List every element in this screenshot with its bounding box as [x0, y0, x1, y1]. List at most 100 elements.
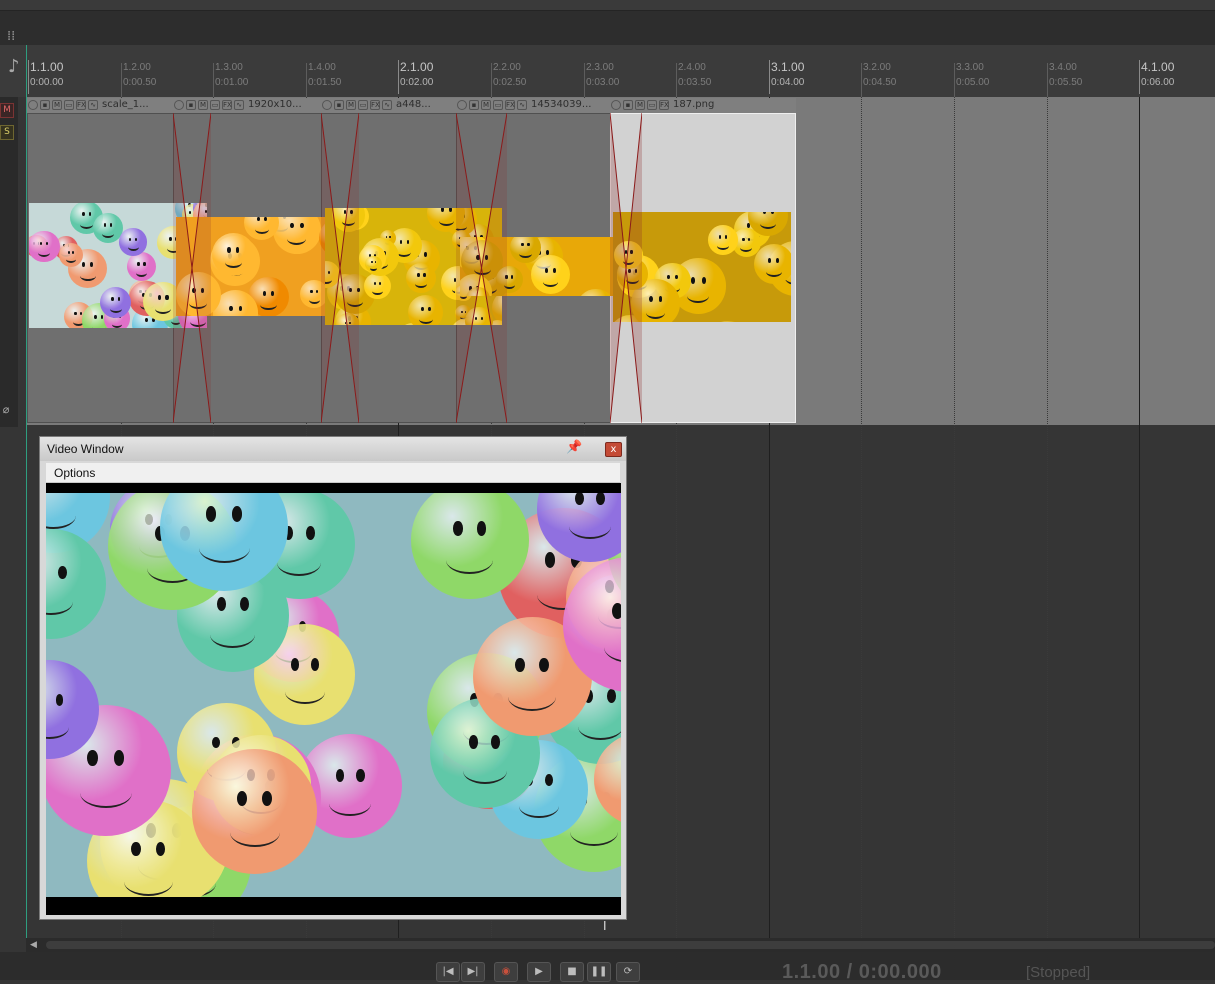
smiley-eye	[545, 552, 555, 568]
scroll-left-icon[interactable]: ◀	[30, 939, 40, 951]
smiley-eye	[212, 737, 220, 749]
crossfade-1[interactable]	[173, 113, 211, 423]
ruler-tick	[398, 60, 399, 94]
smiley-mouth	[227, 315, 245, 316]
smiley-eye	[310, 290, 312, 293]
fx-icon[interactable]: FX	[222, 100, 232, 110]
smiley-eye	[477, 521, 486, 535]
smiley-eye	[441, 208, 444, 212]
smiley-eye	[771, 212, 774, 214]
smiley-mouth	[397, 247, 411, 257]
lock-icon[interactable]: ▪	[623, 100, 633, 110]
mute-icon[interactable]: M	[481, 100, 491, 110]
mute-icon[interactable]: M	[198, 100, 208, 110]
smiley-eye	[400, 240, 403, 244]
smiley-mouth	[128, 243, 139, 251]
notes-icon[interactable]: ▭	[647, 100, 657, 110]
pin-icon[interactable]: 📌	[566, 440, 578, 456]
ruler-time-label: 0:01.00	[215, 78, 248, 88]
item-header-1[interactable]: ▪M▭FX∿scale_1...	[27, 98, 173, 113]
ruler-time-label: 0:00.00	[30, 78, 63, 88]
smiley-eye	[104, 223, 106, 227]
envelope-icon[interactable]: ∿	[382, 100, 392, 110]
smiley-ball	[531, 255, 570, 294]
notes-icon[interactable]: ▭	[64, 100, 74, 110]
smiley-eye	[371, 261, 372, 263]
crossfade-2[interactable]	[321, 113, 359, 423]
smiley-eye	[691, 277, 695, 284]
item-header-2[interactable]: ▪M▭FX∿1920x10...	[173, 98, 321, 113]
smiley-mouth	[604, 631, 621, 663]
smiley-mouth	[46, 589, 73, 615]
grip-icon[interactable]: ⁞⁞	[7, 29, 19, 45]
record-icon[interactable]: ◉	[494, 962, 518, 982]
envelope-icon[interactable]: ∿	[88, 100, 98, 110]
crossfade-4[interactable]	[610, 113, 642, 423]
close-button[interactable]: x	[605, 442, 622, 457]
crossfade-3[interactable]	[456, 113, 507, 423]
fx-icon[interactable]: FX	[505, 100, 515, 110]
grid-line	[861, 97, 862, 938]
fx-icon[interactable]: FX	[659, 100, 669, 110]
stop-icon[interactable]: ■	[560, 962, 584, 982]
options-menu[interactable]: Options	[54, 466, 95, 480]
smiley-eye	[375, 261, 376, 263]
lock-icon[interactable]: ▪	[186, 100, 196, 110]
mute-icon[interactable]: M	[346, 100, 356, 110]
notes-icon[interactable]: ▭	[493, 100, 503, 110]
mute-icon[interactable]: M	[52, 100, 62, 110]
play-icon[interactable]: ▶	[527, 962, 551, 982]
music-note-icon[interactable]: ♪	[8, 58, 20, 76]
smiley-mouth	[439, 215, 454, 225]
ruler-tick	[584, 63, 585, 97]
smiley-eye	[742, 238, 744, 242]
ruler-bar-label: 2.3.00	[586, 63, 614, 73]
ruler-tick	[954, 63, 955, 97]
smiley-eye	[311, 658, 319, 670]
smiley-mouth	[136, 268, 148, 276]
phase-icon[interactable]: ⌀	[0, 403, 12, 416]
timeline-ruler[interactable]: 1.1.000:00.001.2.000:00.501.3.000:01.001…	[0, 45, 1215, 97]
envelope-icon[interactable]: ∿	[234, 100, 244, 110]
go-to-start-icon[interactable]: |◀	[436, 962, 460, 982]
pause-icon[interactable]: ❚❚	[587, 962, 611, 982]
smiley-eye	[389, 236, 390, 238]
envelope-icon[interactable]: ∿	[517, 100, 527, 110]
smiley-eye	[306, 526, 315, 539]
notes-icon[interactable]: ▭	[358, 100, 368, 110]
item-header-4[interactable]: ▪M▭FX∿14534039...	[456, 98, 610, 113]
scrollbar-thumb[interactable]	[46, 941, 1215, 949]
smiley-eye	[262, 791, 272, 806]
smiley-ball	[365, 256, 382, 273]
mute-button[interactable]: M	[0, 103, 14, 118]
notes-icon[interactable]: ▭	[210, 100, 220, 110]
item-header-5[interactable]: ▪M▭FX187.png	[610, 98, 796, 113]
solo-button[interactable]: S	[0, 125, 14, 140]
smiley-eye	[72, 251, 74, 254]
item-header-3[interactable]: ▪M▭FX∿a448...	[321, 98, 456, 113]
smiley-ball	[408, 295, 443, 325]
smiley-ball	[577, 289, 614, 296]
item-toggle-icon[interactable]	[457, 100, 467, 110]
video-preview	[46, 483, 621, 915]
toolbar-strip	[0, 10, 1215, 46]
lock-icon[interactable]: ▪	[334, 100, 344, 110]
item-toggle-icon[interactable]	[174, 100, 184, 110]
video-window[interactable]: Video Window 📌 x Options	[39, 436, 627, 920]
go-to-end-icon[interactable]: ▶|	[461, 962, 485, 982]
video-window-titlebar[interactable]: Video Window 📌 x	[40, 437, 626, 461]
item-toggle-icon[interactable]	[28, 100, 38, 110]
mute-icon[interactable]: M	[635, 100, 645, 110]
fx-icon[interactable]: FX	[76, 100, 86, 110]
smiley-eye	[74, 312, 76, 315]
fx-icon[interactable]: FX	[370, 100, 380, 110]
item-toggle-icon[interactable]	[611, 100, 621, 110]
smiley-mouth	[419, 314, 433, 324]
lock-icon[interactable]: ▪	[469, 100, 479, 110]
smiley-eye	[428, 307, 431, 311]
smiley-eye	[87, 750, 97, 766]
lock-icon[interactable]: ▪	[40, 100, 50, 110]
ruler-bar-label: 1.2.00	[123, 63, 151, 73]
repeat-icon[interactable]: ⟳	[616, 962, 640, 982]
item-toggle-icon[interactable]	[322, 100, 332, 110]
